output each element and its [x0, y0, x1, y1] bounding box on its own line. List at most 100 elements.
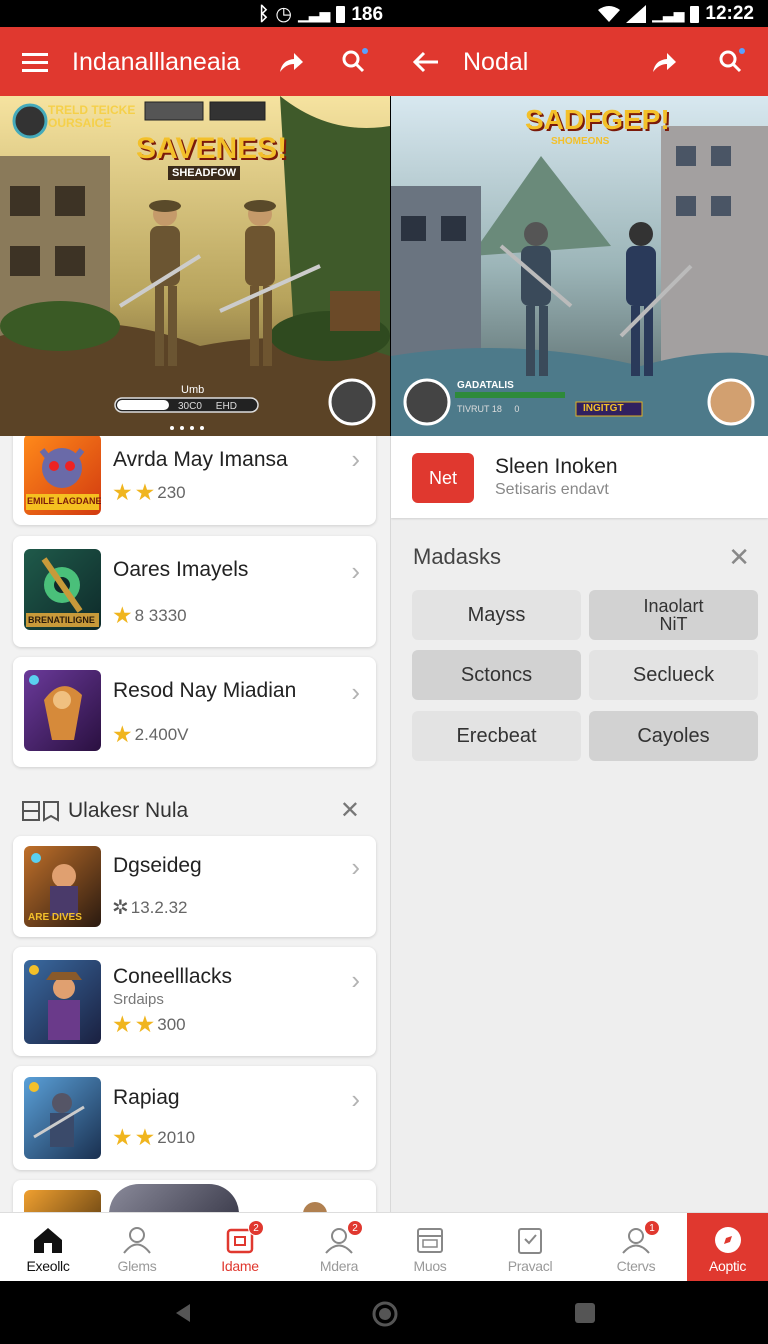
nav-item-glems[interactable]: Glems — [89, 1213, 185, 1282]
filter-chip[interactable]: Erecbeat — [412, 711, 581, 761]
game-title: Avrda May Imansa — [113, 448, 288, 471]
list-item[interactable]: Resod Nay Miadian ★ 2.400V › — [13, 657, 376, 767]
chevron-right-icon: › — [351, 677, 360, 707]
store-icon: 2 — [224, 1220, 264, 1255]
nav-item-mdera[interactable]: 2 Mdera — [291, 1213, 387, 1282]
carousel-dot[interactable] — [200, 426, 204, 430]
nav-label: Mdera — [319, 1258, 359, 1274]
left-app-title: Indanalllaneaia — [72, 48, 241, 76]
nav-item-idame[interactable]: 2 Idame — [192, 1213, 288, 1282]
battery-icon-right — [690, 5, 700, 23]
nav-item-ctervs[interactable]: 1 Ctervs — [588, 1213, 684, 1282]
status-bar: ᛒ ◷ ▁▃▅ 186 ▁▃▅ 12:22 — [0, 0, 768, 27]
signal-icon: ▁▃▅ — [298, 6, 331, 22]
close-icon[interactable]: ✕ — [728, 542, 750, 573]
rating-value: 300 — [157, 1014, 186, 1034]
carousel-dot[interactable] — [190, 426, 194, 430]
nav-item-aoptic[interactable]: Aoptic — [687, 1213, 768, 1282]
cell-signal-icon — [626, 5, 647, 23]
system-navigation-bar — [0, 1281, 768, 1344]
hero-left-hud-bar-text: 30C0 EHD — [178, 401, 237, 412]
recents-icon[interactable] — [574, 1302, 596, 1329]
nav-item-muos[interactable]: Muos — [382, 1213, 478, 1282]
game-thumbnail — [24, 1077, 101, 1159]
carousel-dot[interactable] — [170, 426, 174, 430]
filter-chip[interactable]: Sctoncs — [412, 650, 581, 700]
menu-icon[interactable] — [19, 46, 51, 78]
wifi-icon — [598, 6, 621, 22]
nav-label: Exeollc — [26, 1258, 70, 1274]
game-thumbnail — [24, 1190, 101, 1212]
filter-chip[interactable]: Mayss — [412, 590, 581, 640]
hero-right-hud-label: GADATALIS — [457, 380, 514, 391]
thumbnail-label: BRENATILIGNE — [28, 615, 95, 625]
game-rating: ★ 8 3330 — [112, 604, 187, 627]
game-title: Oares Imayels — [113, 558, 249, 581]
share-icon[interactable] — [275, 46, 307, 78]
game-thumbnail: BRENATILIGNE — [24, 549, 101, 630]
bottom-navigation: Exeollc Glems 2 Idame 2 Mdera Muos Prava… — [0, 1212, 768, 1282]
rating-value: 2.400V — [134, 724, 189, 744]
nav-item-home[interactable]: Exeollc — [0, 1213, 96, 1282]
list-item[interactable]: Rapiag ★ ★ 2010 › — [13, 1066, 376, 1170]
hero-left-hud-label: Umb — [181, 384, 205, 396]
rating-value: 8 3330 — [134, 605, 187, 625]
right-app-title: Nodal — [463, 48, 529, 76]
status-left-text: 186 — [351, 3, 384, 25]
right-hero-banner[interactable]: SADFGEP! SHOMEONS GADATALIS TIVRUT 18 0 … — [391, 96, 768, 436]
star-icon: ★ — [112, 1124, 133, 1150]
nav-label: Pravacl — [507, 1258, 553, 1274]
home-button-icon[interactable] — [372, 1301, 398, 1332]
notification-badge: 2 — [347, 1220, 363, 1236]
left-game-list: EMILE LAGDANE Avrda May Imansa ★ ★ 230 › … — [0, 436, 390, 1212]
chevron-right-icon: › — [351, 444, 360, 474]
search-icon[interactable] — [338, 46, 370, 78]
filter-chip[interactable]: Secluеck — [589, 650, 758, 700]
nav-label: Ctervs — [616, 1258, 656, 1274]
game-thumbnail — [24, 960, 101, 1044]
share-icon-right[interactable] — [648, 46, 680, 78]
hero-right-logo-sub: SHOMEONS — [551, 136, 610, 147]
list-item[interactable]: Coneelllacks Srdaips ★ ★ 300 › — [13, 947, 376, 1056]
left-app-bar: Indanalllaneaia — [0, 27, 390, 96]
back-icon[interactable] — [172, 1302, 194, 1329]
right-app-bar: Nodal — [390, 27, 768, 96]
carousel-dots — [170, 426, 204, 430]
back-arrow-icon[interactable] — [410, 46, 442, 78]
hero-right-logo: SADFGEP! — [525, 104, 670, 135]
nav-label: Idame — [221, 1258, 259, 1274]
net-button[interactable]: Net — [412, 453, 474, 503]
avatar — [303, 1202, 327, 1212]
game-thumbnail: EMILE LAGDANE — [24, 436, 101, 515]
nav-label: Muos — [413, 1258, 447, 1274]
game-title: Coneelllacks — [113, 965, 233, 988]
star-icon: ★ — [112, 602, 133, 628]
chevron-right-icon: › — [351, 965, 360, 995]
signal-bars-icon: ▁▃▅ — [652, 5, 685, 22]
search-icon-right[interactable] — [715, 46, 747, 78]
thumbnail-label: EMILE LAGDANE — [27, 496, 101, 506]
book-icon — [22, 801, 59, 822]
bluetooth-icon: ᛒ — [258, 3, 270, 25]
close-icon[interactable]: ✕ — [340, 796, 360, 825]
list-item[interactable]: EMILE LAGDANE Avrda May Imansa ★ ★ 230 › — [13, 436, 376, 525]
nav-item-pravacl[interactable]: Pravacl — [482, 1213, 578, 1282]
hero-right-hud-sub: TIVRUT 18 0 — [457, 404, 520, 414]
clipboard-icon — [514, 1225, 546, 1255]
battery-icon — [336, 6, 346, 23]
notification-badge: 1 — [644, 1220, 660, 1236]
list-item[interactable] — [13, 1180, 376, 1212]
filter-chip[interactable]: Cayoles — [589, 711, 758, 761]
star-icon: ★ — [134, 1011, 156, 1037]
hero-right-hud-tag: INGITGT — [583, 403, 624, 414]
filter-chip[interactable]: Inaolart NiT — [589, 590, 758, 640]
list-item[interactable]: ARE DIVES Dgseideg ✲ 13.2.32 › — [13, 836, 376, 937]
star-icon: ★ — [112, 479, 133, 505]
status-right: ▁▃▅ 12:22 — [598, 3, 754, 25]
game-subtitle: Srdaips — [113, 991, 164, 1008]
list-item[interactable]: BRENATILIGNE Oares Imayels ★ 8 3330 › — [13, 536, 376, 647]
left-hero-banner[interactable]: TRELD TEICKE OURSAICE SAVENES! SHEADFOW … — [0, 96, 390, 436]
promo-card[interactable]: Net Sleen Inoken Setisaris endavt — [391, 436, 768, 518]
nav-label: Aoptic — [708, 1258, 747, 1274]
carousel-dot[interactable] — [180, 426, 184, 430]
